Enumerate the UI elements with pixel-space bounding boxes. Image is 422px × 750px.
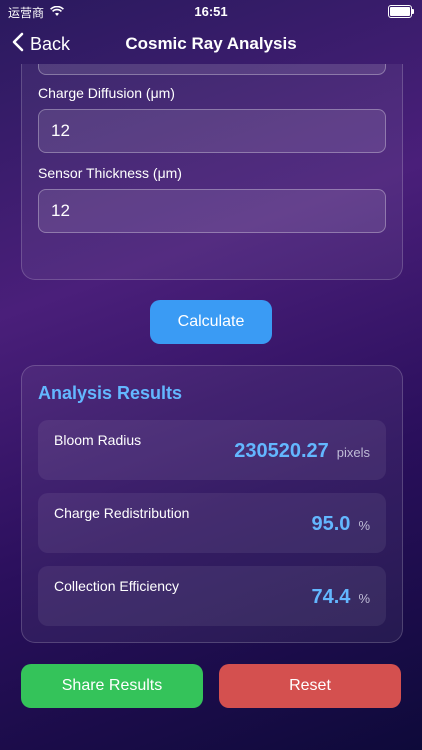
result-value: 95.0 % [312, 513, 371, 536]
result-number: 95.0 [311, 513, 351, 535]
sensor-thickness-label: Sensor Thickness (μm) [38, 165, 182, 181]
page-title: Cosmic Ray Analysis [125, 34, 297, 53]
share-results-button[interactable]: Share Results [21, 664, 203, 708]
battery-icon [388, 5, 414, 18]
result-label: Charge Redistribution [54, 505, 190, 521]
result-value: 74.4 % [312, 586, 371, 609]
results-card: Analysis Results Bloom Radius 230520.27 … [21, 365, 403, 643]
sensor-thickness-input[interactable]: 12 [38, 189, 386, 233]
navigation-bar: Back Cosmic Ray Analysis [0, 24, 422, 64]
previous-field-input[interactable]: 12 [38, 64, 386, 75]
result-number: 230520.27 [234, 440, 329, 462]
result-number: 74.4 [311, 586, 351, 608]
reset-button[interactable]: Reset [219, 664, 401, 708]
scroll-content[interactable]: 12 Charge Diffusion (μm) 12 Sensor Thick… [0, 64, 422, 750]
result-value: 230520.27 pixels [234, 440, 370, 463]
input-card: 12 Charge Diffusion (μm) 12 Sensor Thick… [21, 64, 403, 280]
result-unit: pixels [336, 445, 370, 460]
charge-diffusion-input[interactable]: 12 [38, 109, 386, 153]
result-unit: % [358, 591, 370, 606]
status-bar: 运营商 16:51 [0, 0, 422, 24]
calculate-button[interactable]: Calculate [150, 300, 272, 344]
result-row-collection-efficiency: Collection Efficiency 74.4 % [38, 566, 386, 626]
result-row-charge-redistribution: Charge Redistribution 95.0 % [38, 493, 386, 553]
status-time: 16:51 [194, 4, 228, 19]
result-unit: % [358, 518, 370, 533]
result-label: Collection Efficiency [54, 578, 180, 594]
charge-diffusion-label: Charge Diffusion (μm) [38, 85, 175, 101]
result-label: Bloom Radius [54, 432, 142, 448]
result-row-bloom-radius: Bloom Radius 230520.27 pixels [38, 420, 386, 480]
results-title: Analysis Results [38, 383, 183, 403]
